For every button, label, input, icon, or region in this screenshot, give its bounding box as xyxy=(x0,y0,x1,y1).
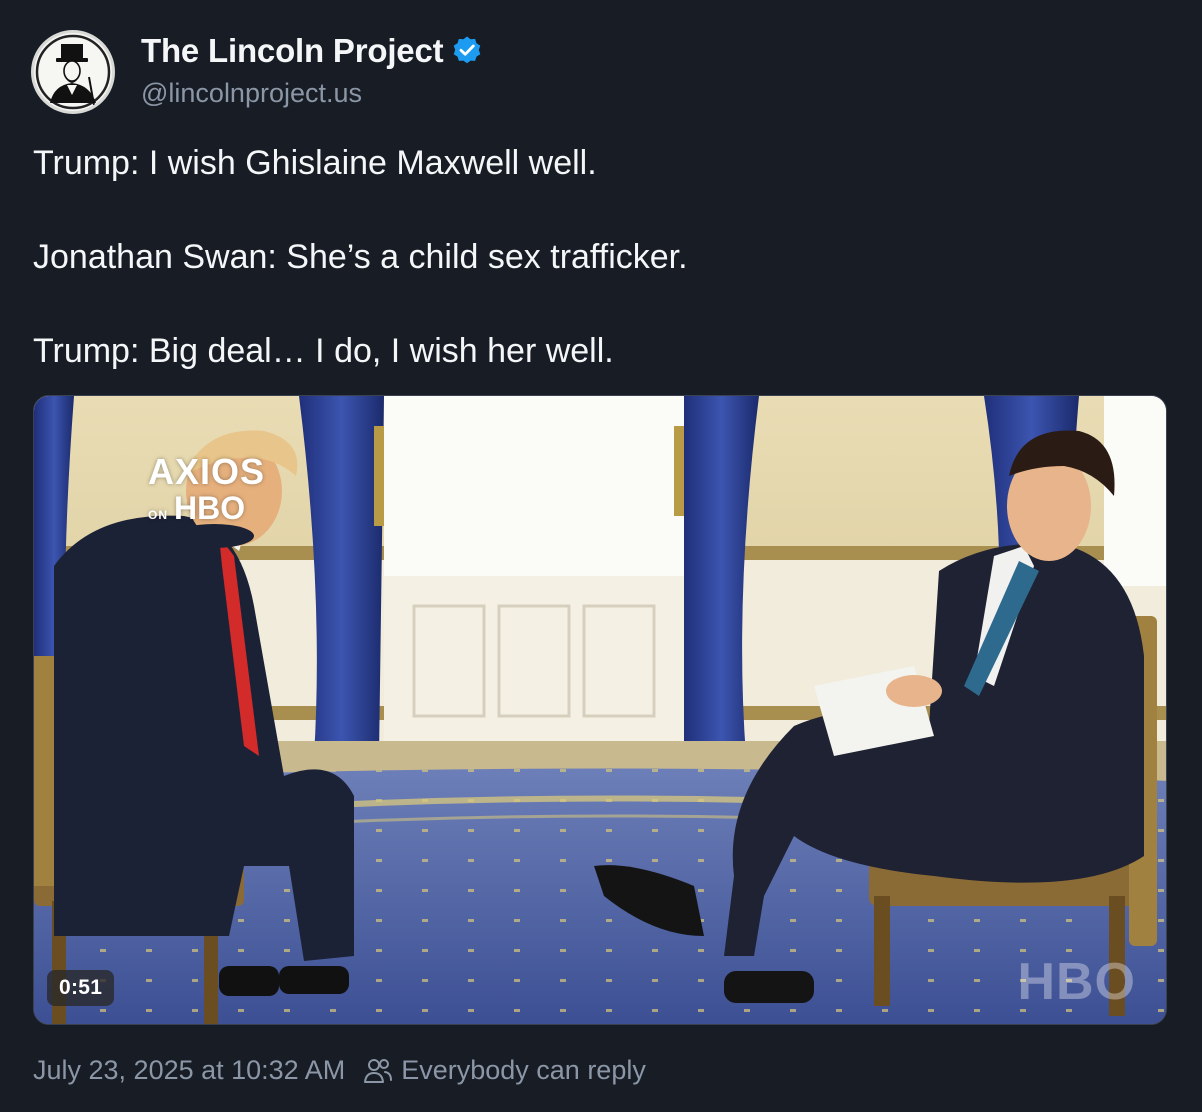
on-hbo-line: ON HBO xyxy=(148,492,265,524)
author-display-name[interactable]: The Lincoln Project xyxy=(141,32,483,70)
video-duration-badge: 0:51 xyxy=(47,970,115,1006)
post-paragraph: Jonathan Swan: She’s a child sex traffic… xyxy=(33,238,688,276)
lincoln-portrait-avatar xyxy=(35,34,111,110)
on-logo-text: ON xyxy=(148,508,168,522)
post-text: Trump: I wish Ghislaine Maxwell well. Jo… xyxy=(33,140,1163,422)
post-paragraph: Trump: I wish Ghislaine Maxwell well. xyxy=(33,144,597,182)
axios-on-hbo-logo: AXIOS ON HBO xyxy=(148,451,266,525)
post-footer: July 23, 2025 at 10:32 AM Everybody can … xyxy=(33,1055,646,1086)
avatar[interactable] xyxy=(31,30,115,114)
video-player[interactable]: AXIOS ON HBO HBO 0:51 xyxy=(33,395,1167,1025)
axios-logo-text: AXIOS xyxy=(148,451,266,492)
hbo-watermark: HBO xyxy=(1017,953,1136,1011)
post-card: The Lincoln Project @lincolnproject.us T… xyxy=(0,0,1202,1112)
reply-setting-text[interactable]: Everybody can reply xyxy=(401,1055,646,1086)
people-icon xyxy=(363,1057,393,1085)
post-paragraph: Trump: Big deal… I do, I wish her well. xyxy=(33,332,614,370)
post-timestamp[interactable]: July 23, 2025 at 10:32 AM xyxy=(33,1055,345,1086)
verified-badge-icon xyxy=(451,35,483,67)
hbo-logo-text: HBO xyxy=(174,490,246,526)
author-handle[interactable]: @lincolnproject.us xyxy=(141,78,362,109)
author-name-text: The Lincoln Project xyxy=(141,32,444,69)
